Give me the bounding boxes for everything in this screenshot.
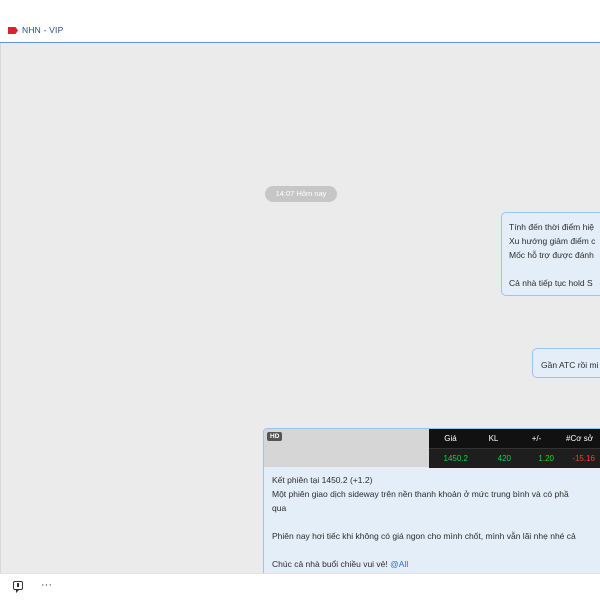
change-value: 1.20 — [538, 454, 554, 463]
message-text: Kết phiên tại 1450.2 (+1.2) Một phiên gi… — [272, 473, 576, 571]
time-divider: 14:07 Hôm nay — [265, 186, 337, 202]
message-bubble[interactable]: Tính đến thời điểm hiệ Xu hướng giảm điể… — [501, 212, 600, 296]
stock-quote-table: Giá KL +/- #Cơ sở 1450.2 420 1.20 -15.16 — [429, 429, 600, 468]
mention-all-link[interactable]: @All — [390, 559, 408, 569]
message-bubble[interactable]: Gần ATC rồi mi — [532, 348, 600, 378]
compose-message-icon[interactable] — [13, 581, 23, 593]
message-line: Xu hướng giảm điểm c — [509, 236, 596, 246]
composer-toolbar: ··· — [0, 573, 600, 600]
volume-value: 420 — [497, 454, 511, 463]
message-line: Một phiên giao dịch sideway trên nền tha… — [272, 489, 569, 499]
attached-image[interactable]: HD Giá KL +/- #Cơ sở 1450.2 420 1.20 -15… — [264, 429, 600, 468]
column-header-basis: #Cơ sở — [566, 434, 593, 443]
price-value: 1450.2 — [443, 454, 468, 463]
message-line: Tính đến thời điểm hiệ — [509, 222, 594, 232]
column-header-change: +/- — [531, 434, 542, 443]
message-list[interactable]: 14:07 Hôm nay Tính đến thời điểm hiệ Xu … — [0, 43, 600, 573]
stock-table-values: 1450.2 420 1.20 -15.16 — [429, 448, 600, 468]
message-line: Chúc cả nhà buổi chiều vui vẻ! @All — [272, 557, 576, 571]
column-header-volume: KL — [488, 434, 499, 443]
message-line: Phiên nay hơi tiếc khi không có giá ngon… — [272, 531, 576, 541]
message-line: qua — [272, 503, 287, 513]
message-line: Mốc hỗ trợ được đánh — [509, 250, 594, 260]
message-bubble-with-image[interactable]: HD Giá KL +/- #Cơ sở 1450.2 420 1.20 -15… — [263, 428, 600, 573]
hd-badge: HD — [267, 432, 283, 441]
chat-header: NHN - VIP — [0, 0, 600, 43]
message-line: Cả nhà tiếp tục hold S — [509, 278, 593, 288]
column-header-price: Giá — [444, 434, 457, 443]
tag-icon — [8, 27, 18, 34]
stock-table-header: Giá KL +/- #Cơ sở — [429, 429, 600, 448]
group-name[interactable]: NHN - VIP — [22, 25, 63, 35]
basis-value: -15.16 — [572, 454, 595, 463]
message-line: Gần ATC rồi mi — [541, 360, 599, 370]
message-line: Kết phiên tại 1450.2 (+1.2) — [272, 475, 373, 485]
message-line-text: Chúc cả nhà buổi chiều vui vẻ! — [272, 559, 388, 569]
more-options-icon[interactable]: ··· — [41, 580, 52, 591]
